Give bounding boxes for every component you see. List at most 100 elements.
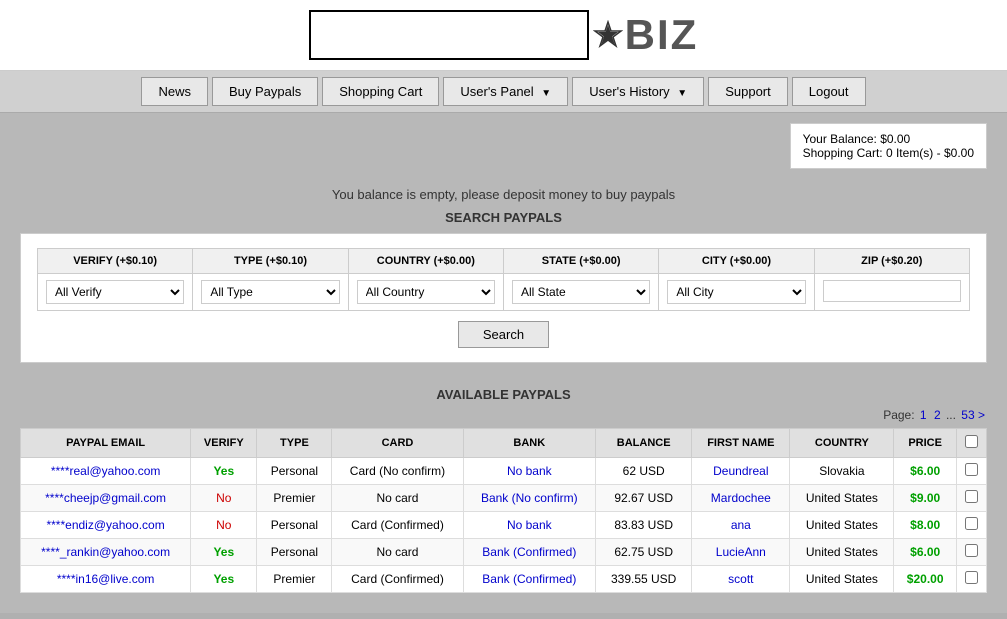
cell-balance: 62 USD [596, 458, 692, 485]
balance-box: Your Balance: $0.00 Shopping Cart: 0 Ite… [790, 123, 987, 169]
cell-checkbox [957, 566, 987, 593]
cell-type: Personal [257, 458, 332, 485]
search-section-title: SEARCH PAYPALS [20, 206, 987, 233]
row-checkbox[interactable] [965, 517, 978, 530]
cell-verify: Yes [191, 566, 257, 593]
price-value: $9.00 [910, 491, 940, 505]
city-select[interactable]: All City [667, 280, 805, 304]
bank-value: Bank (Confirmed) [482, 545, 576, 559]
cell-price: $9.00 [894, 485, 957, 512]
col-card: CARD [332, 429, 463, 458]
email-link[interactable]: ****real@yahoo.com [51, 464, 161, 478]
verify-value: Yes [213, 572, 234, 586]
nav-news[interactable]: News [141, 77, 208, 106]
verify-select[interactable]: All Verify Yes No [46, 280, 184, 304]
cell-price: $8.00 [894, 512, 957, 539]
cell-price: $6.00 [894, 458, 957, 485]
firstname-value: LucieAnn [716, 545, 766, 559]
table-row: ****endiz@yahoo.com No Personal Card (Co… [21, 512, 987, 539]
cell-bank: Bank (Confirmed) [463, 539, 596, 566]
logo: BIZ [593, 11, 699, 59]
row-checkbox[interactable] [965, 490, 978, 503]
country-select[interactable]: All Country United States Slovakia [357, 280, 495, 304]
cell-firstname: LucieAnn [692, 539, 790, 566]
col-firstname: FIRST NAME [692, 429, 790, 458]
search-col-country: COUNTRY (+$0.00) All Country United Stat… [349, 249, 504, 310]
page-2-link[interactable]: 2 [934, 408, 941, 422]
search-col-type: TYPE (+$0.10) All Type Personal Premier [193, 249, 348, 310]
users-panel-arrow-icon: ▼ [541, 88, 551, 99]
country-header: COUNTRY (+$0.00) [349, 249, 503, 274]
row-checkbox[interactable] [965, 571, 978, 584]
select-all-checkbox[interactable] [965, 435, 978, 448]
city-header: CITY (+$0.00) [659, 249, 813, 274]
price-value: $6.00 [910, 464, 940, 478]
cell-card: Card (No confirm) [332, 458, 463, 485]
email-link[interactable]: ****endiz@yahoo.com [46, 518, 164, 532]
cell-balance: 83.83 USD [596, 512, 692, 539]
nav-shopping-cart[interactable]: Shopping Cart [322, 77, 439, 106]
search-panel: VERIFY (+$0.10) All Verify Yes No TYPE (… [20, 233, 987, 363]
nav-users-panel[interactable]: User's Panel ▼ [443, 77, 568, 106]
zip-input[interactable] [823, 280, 961, 302]
search-grid: VERIFY (+$0.10) All Verify Yes No TYPE (… [37, 248, 970, 311]
firstname-value: scott [728, 572, 753, 586]
type-select[interactable]: All Type Personal Premier [201, 280, 339, 304]
col-verify: VERIFY [191, 429, 257, 458]
email-link[interactable]: ****_rankin@yahoo.com [41, 545, 170, 559]
col-email: PAYPAL EMAIL [21, 429, 191, 458]
logo-search-input[interactable] [309, 10, 589, 60]
firstname-value: ana [731, 518, 751, 532]
table-row: ****cheejp@gmail.com No Premier No card … [21, 485, 987, 512]
search-button[interactable]: Search [458, 321, 549, 348]
price-value: $20.00 [907, 572, 944, 586]
email-link[interactable]: ****cheejp@gmail.com [45, 491, 166, 505]
your-balance-label: Your Balance: $0.00 [803, 132, 974, 146]
cell-balance: 62.75 USD [596, 539, 692, 566]
header: BIZ [0, 0, 1007, 71]
verify-value: No [216, 518, 231, 532]
country-body: All Country United States Slovakia [349, 274, 503, 310]
nav-logout[interactable]: Logout [792, 77, 866, 106]
logo-text: BIZ [625, 11, 699, 59]
verify-body: All Verify Yes No [38, 274, 192, 310]
state-select[interactable]: All State [512, 280, 650, 304]
price-value: $6.00 [910, 545, 940, 559]
page-current[interactable]: 1 [920, 408, 927, 422]
nav-users-history[interactable]: User's History ▼ [572, 77, 704, 106]
col-select-all [957, 429, 987, 458]
cell-checkbox [957, 458, 987, 485]
type-header: TYPE (+$0.10) [193, 249, 347, 274]
table-row: ****_rankin@yahoo.com Yes Personal No ca… [21, 539, 987, 566]
search-col-verify: VERIFY (+$0.10) All Verify Yes No [38, 249, 193, 310]
balance-message: You balance is empty, please deposit mon… [20, 179, 987, 206]
paypal-table: PAYPAL EMAIL VERIFY TYPE CARD BANK BALAN… [20, 428, 987, 593]
cell-balance: 92.67 USD [596, 485, 692, 512]
verify-header: VERIFY (+$0.10) [38, 249, 192, 274]
row-checkbox[interactable] [965, 544, 978, 557]
navigation: News Buy Paypals Shopping Cart User's Pa… [0, 71, 1007, 113]
page-53-link[interactable]: 53 > [961, 408, 985, 422]
col-price: PRICE [894, 429, 957, 458]
cell-bank: Bank (Confirmed) [463, 566, 596, 593]
col-type: TYPE [257, 429, 332, 458]
page-label: Page: [883, 408, 914, 422]
cell-card: Card (Confirmed) [332, 512, 463, 539]
row-checkbox[interactable] [965, 463, 978, 476]
search-col-city: CITY (+$0.00) All City [659, 249, 814, 310]
verify-value: Yes [213, 545, 234, 559]
cell-firstname: Mardochee [692, 485, 790, 512]
zip-header: ZIP (+$0.20) [815, 249, 969, 274]
nav-buy-paypals[interactable]: Buy Paypals [212, 77, 318, 106]
bank-value: Bank (Confirmed) [482, 572, 576, 586]
cell-country: United States [790, 566, 894, 593]
table-header-row: PAYPAL EMAIL VERIFY TYPE CARD BANK BALAN… [21, 429, 987, 458]
email-link[interactable]: ****in16@live.com [57, 572, 155, 586]
table-row: ****real@yahoo.com Yes Personal Card (No… [21, 458, 987, 485]
available-title: AVAILABLE PAYPALS [20, 379, 987, 406]
nav-support[interactable]: Support [708, 77, 788, 106]
cell-type: Premier [257, 566, 332, 593]
main-content: Your Balance: $0.00 Shopping Cart: 0 Ite… [0, 113, 1007, 613]
cell-email: ****in16@live.com [21, 566, 191, 593]
cell-type: Personal [257, 512, 332, 539]
